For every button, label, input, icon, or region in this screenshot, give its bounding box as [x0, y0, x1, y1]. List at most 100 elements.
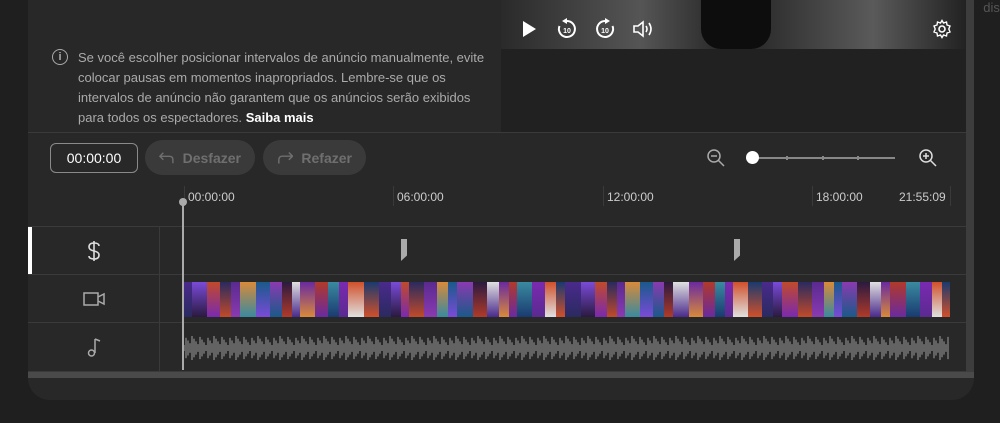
ad-break-marker[interactable]: [401, 239, 407, 261]
video-thumbnail: [823, 282, 834, 317]
video-thumbnail: [565, 282, 582, 317]
video-camera-icon: [82, 291, 105, 306]
video-thumbnail: [555, 282, 565, 317]
info-text: Se você escolher posicionar intervalos d…: [78, 48, 488, 128]
video-thumbnail: [703, 282, 716, 317]
video-thumbnail: [833, 282, 842, 317]
current-time-field[interactable]: 00:00:00: [50, 143, 138, 173]
video-thumbnail: [207, 282, 221, 317]
video-thumbnail: [617, 282, 626, 317]
zoom-slider-track[interactable]: [752, 156, 895, 160]
ad-break-marker[interactable]: [734, 239, 740, 261]
video-thumbnail: [364, 282, 379, 317]
video-thumbnail: [315, 282, 329, 317]
video-thumbnail: [192, 282, 208, 317]
active-track-indicator: [28, 227, 32, 274]
ruler-label: 06:00:00: [397, 190, 444, 204]
audio-track-header: [28, 323, 160, 371]
video-thumbnail: [941, 282, 950, 317]
playhead[interactable]: [182, 202, 184, 370]
audio-track[interactable]: [28, 322, 966, 372]
video-track[interactable]: [28, 274, 966, 322]
play-icon[interactable]: [517, 17, 541, 41]
ad-breaks-track-header: [28, 227, 160, 274]
dollar-icon: [87, 240, 100, 261]
ruler-tick: [950, 186, 951, 206]
ruler-label: 00:00:00: [188, 190, 235, 204]
video-thumbnail: [664, 282, 674, 317]
music-note-icon: [87, 338, 100, 357]
undo-label: Desfazer: [182, 149, 241, 166]
learn-more-link[interactable]: Saiba mais: [246, 110, 314, 125]
video-thumbnail: [408, 282, 424, 317]
rewind-10-icon[interactable]: 10: [555, 17, 579, 41]
player-controls: 10 10: [517, 17, 655, 41]
svg-text:10: 10: [563, 28, 571, 35]
video-thumbnail: [841, 282, 857, 317]
video-thumbnail: [348, 282, 365, 317]
video-frame-subject: [701, 0, 771, 49]
ruler-tick: [393, 186, 394, 206]
video-thumbnail: [423, 282, 437, 317]
video-panel-background: [501, 49, 966, 132]
video-track-header: [28, 275, 160, 322]
video-thumbnail: [498, 282, 509, 317]
ad-breaks-track[interactable]: [28, 226, 966, 274]
video-thumbnail: [761, 282, 773, 317]
video-thumbnail: [625, 282, 641, 317]
undo-button[interactable]: Desfazer: [145, 140, 255, 175]
video-thumbnail: [772, 282, 782, 317]
video-thumbnail: [508, 282, 517, 317]
video-thumbnail: [544, 282, 556, 317]
volume-icon[interactable]: [631, 17, 655, 41]
video-thumbnail: [581, 282, 596, 317]
video-thumbnail: [748, 282, 762, 317]
video-thumbnail: [607, 282, 618, 317]
video-thumbnail: [220, 282, 232, 317]
video-thumbnail: [256, 282, 271, 317]
video-thumbnail: [673, 282, 690, 317]
zoom-out-icon[interactable]: [706, 148, 726, 168]
video-thumbnail: [725, 282, 734, 317]
video-thumbnail: [328, 282, 340, 317]
video-thumbnail: [270, 282, 283, 317]
redo-label: Refazer: [301, 149, 352, 166]
settings-gear-icon[interactable]: [930, 17, 954, 41]
video-thumbnail: [240, 282, 257, 317]
video-thumbnail: [889, 282, 906, 317]
video-thumbnail: [456, 282, 473, 317]
info-panel: i Se você escolher posicionar intervalos…: [28, 28, 501, 132]
video-thumbnail: [486, 282, 499, 317]
background-text: displ: [983, 0, 1000, 15]
video-thumbnail: [640, 282, 654, 317]
ruler-label: 12:00:00: [607, 190, 654, 204]
video-thumbnail: [531, 282, 545, 317]
horizontal-scrollbar[interactable]: [28, 372, 974, 378]
redo-icon: [278, 151, 294, 163]
svg-text:10: 10: [601, 28, 609, 35]
video-thumbnail: [436, 282, 448, 317]
page: displ i Se você escolher posicionar inte…: [0, 0, 1000, 423]
video-preview[interactable]: 10 10: [501, 0, 966, 49]
undo-icon: [159, 151, 174, 163]
video-thumbnail: [292, 282, 301, 317]
video-thumbnail: [653, 282, 665, 317]
video-thumbnail: [378, 282, 391, 317]
video-thumbnail: [733, 282, 749, 317]
playhead-handle[interactable]: [179, 198, 187, 206]
video-thumbnail: [400, 282, 409, 317]
timeline-ruler[interactable]: 00:00:00 06:00:00 12:00:00 18:00:00 21:5…: [28, 180, 966, 206]
forward-10-icon[interactable]: 10: [593, 17, 617, 41]
video-filmstrip[interactable]: [184, 282, 950, 317]
ruler-label: 18:00:00: [816, 190, 863, 204]
zoom-in-icon[interactable]: [918, 148, 938, 168]
ruler-label: 21:55:09: [899, 190, 946, 204]
redo-button[interactable]: Refazer: [263, 140, 366, 175]
video-thumbnail: [595, 282, 608, 317]
video-thumbnail: [447, 282, 457, 317]
video-thumbnail: [282, 282, 293, 317]
vertical-scrollbar[interactable]: [966, 0, 974, 372]
video-thumbnail: [231, 282, 241, 317]
zoom-slider-handle[interactable]: [746, 151, 759, 164]
video-thumbnail: [869, 282, 881, 317]
